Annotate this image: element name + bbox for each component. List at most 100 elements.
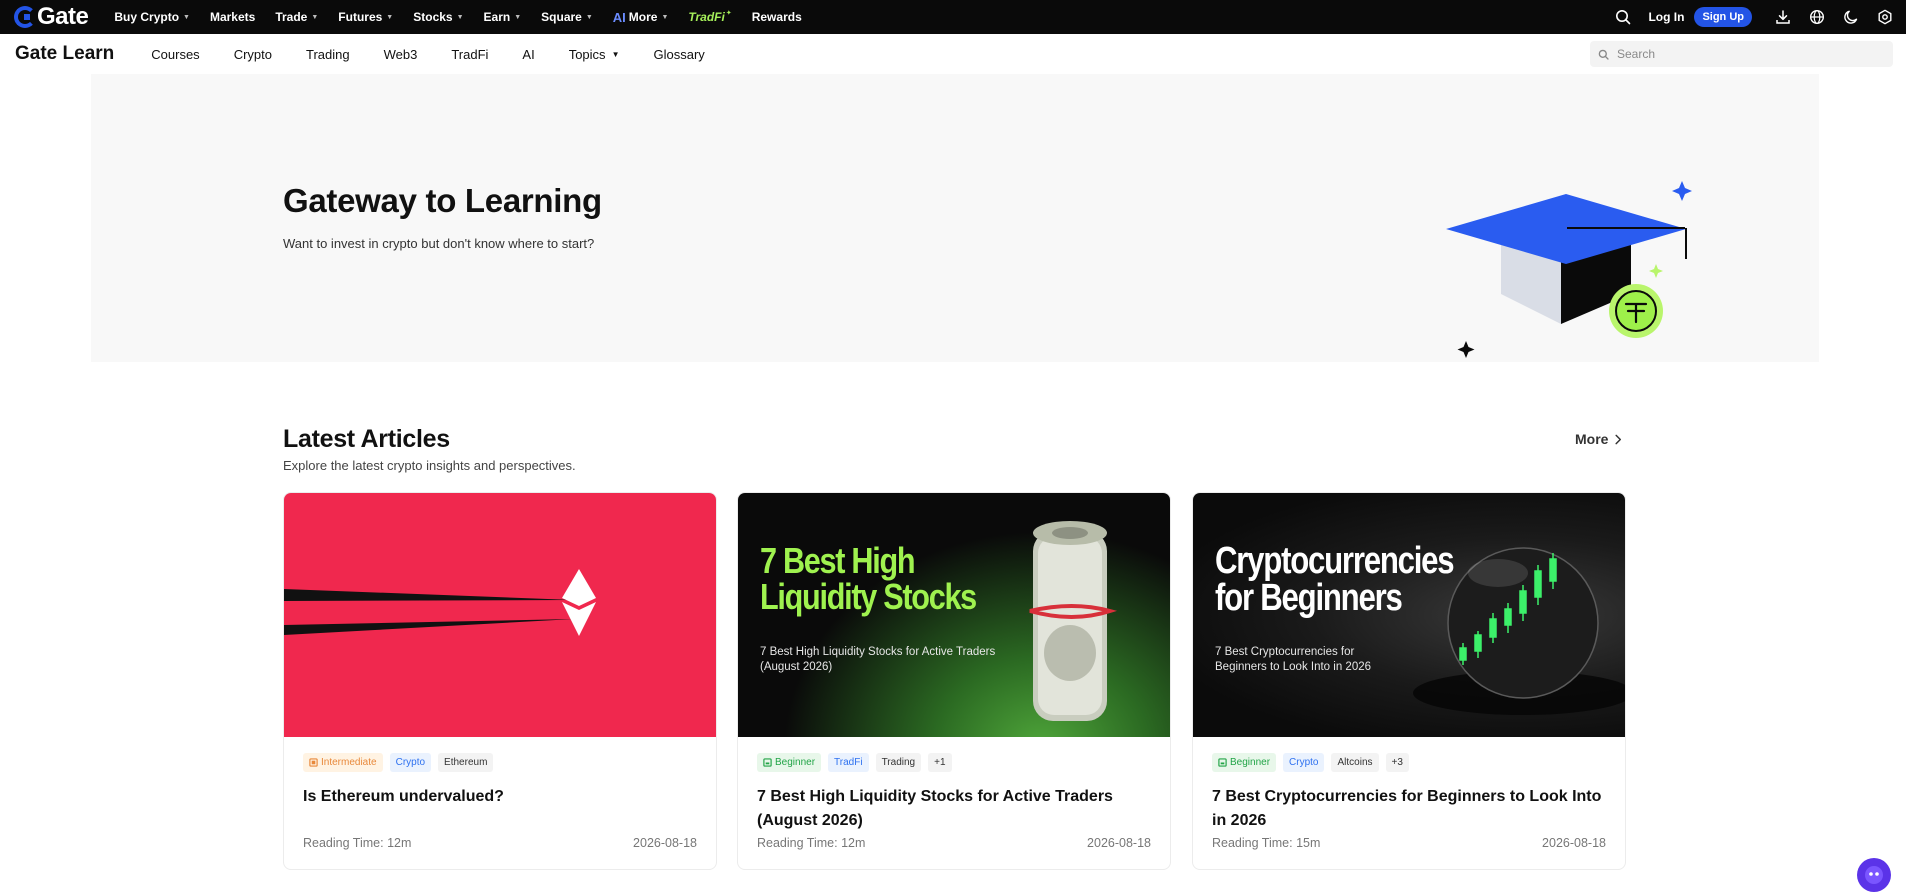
hero-banner: Gateway to Learning Want to invest in cr… <box>91 74 1819 362</box>
article-title[interactable]: Is Ethereum undervalued? <box>303 785 698 809</box>
chevron-down-icon: ▼ <box>183 13 190 21</box>
ethereum-tweezers-illustration <box>284 569 596 636</box>
login-link[interactable]: Log In <box>1648 10 1684 24</box>
tag-topic[interactable]: Altcoins <box>1331 753 1379 772</box>
sparkle-icon: ✦ <box>725 10 732 17</box>
article-date: 2026-08-18 <box>1087 836 1151 850</box>
nav-markets[interactable]: Markets <box>210 10 255 24</box>
article-card[interactable]: 7 Best High Liquidity Stocks 7 Best High… <box>737 492 1171 870</box>
tag-topic[interactable]: Trading <box>875 753 922 772</box>
nav-label: Markets <box>209 10 256 24</box>
article-date: 2026-08-18 <box>1542 836 1606 850</box>
tag-level[interactable]: Beginner <box>757 753 822 772</box>
subnav-ai[interactable]: AI <box>522 47 534 62</box>
gate-logo-icon <box>14 6 36 28</box>
subnav-tradfi[interactable]: TradFi <box>451 47 488 62</box>
sparkle-blue-icon <box>1672 181 1692 201</box>
top-right-actions: Log In Sign Up <box>1606 0 1906 34</box>
top-nav-menu: Buy Crypto ▼ Markets Trade ▼ Futures ▼ Stoc… <box>104 0 811 34</box>
latest-articles-title: Latest Articles <box>283 425 450 453</box>
latest-articles-subtitle: Explore the latest crypto insights and p… <box>283 458 576 473</box>
ethereum-icon <box>562 569 596 606</box>
graduation-cap-illustration <box>1446 181 1692 358</box>
chevron-down-icon: ▼ <box>585 13 593 21</box>
gate-learn-brand[interactable]: Gate Learn <box>15 43 114 65</box>
crystal-ball-chart-illustration <box>1413 547 1625 715</box>
level-icon <box>309 758 318 767</box>
nav-buy-crypto[interactable]: Buy Crypto ▼ <box>114 10 190 24</box>
subnav-glossary[interactable]: Glossary <box>653 47 704 62</box>
tag-topic[interactable]: Ethereum <box>438 753 494 772</box>
subnav-trading[interactable]: Trading <box>306 47 350 62</box>
tag-more-count[interactable]: +3 <box>1385 753 1409 772</box>
support-chat-button[interactable] <box>1857 858 1891 892</box>
nav-square[interactable]: Square ▼ <box>541 10 593 24</box>
sparkle-black-icon <box>1457 341 1475 358</box>
nav-more[interactable]: AI More ▼ <box>613 10 669 25</box>
article-date: 2026-08-18 <box>633 836 697 850</box>
download-icon[interactable] <box>1774 8 1792 26</box>
gate-logo[interactable]: Gate <box>14 3 89 31</box>
subnav-web3[interactable]: Web3 <box>384 47 418 62</box>
nav-earn[interactable]: Earn ▼ <box>484 10 522 24</box>
chevron-right-icon <box>1614 434 1622 445</box>
nav-label: Buy Crypto <box>114 10 180 24</box>
search-input[interactable] <box>1615 46 1879 62</box>
article-card[interactable]: Cryptocurrencies for Beginners 7 Best Cr… <box>1192 492 1626 870</box>
article-title[interactable]: 7 Best High Liquidity Stocks for Active … <box>757 785 1152 833</box>
nav-label: More <box>628 10 658 24</box>
chevron-down-icon: ▼ <box>311 13 319 21</box>
tag-level[interactable]: Intermediate <box>303 753 383 772</box>
article-thumbnail <box>284 493 716 737</box>
nav-tradfi[interactable]: TradFi ✦ <box>688 10 731 24</box>
chevron-down-icon: ▼ <box>456 13 464 21</box>
gate-logo-text: Gate <box>37 3 89 30</box>
reading-time: Reading Time: 12m <box>303 836 412 850</box>
nav-label: Futures <box>338 10 383 24</box>
hero-subtitle: Want to invest in crypto but don't know … <box>283 236 595 251</box>
search-icon[interactable] <box>1614 8 1632 26</box>
ai-icon: AI <box>612 9 626 25</box>
settings-icon[interactable] <box>1876 8 1894 26</box>
tag-category[interactable]: Crypto <box>1283 753 1325 772</box>
sparkle-green-icon <box>1649 264 1663 278</box>
learn-subnav: Gate Learn Courses Crypto Trading Web3 T… <box>0 34 1906 74</box>
globe-icon[interactable] <box>1808 8 1826 26</box>
nav-futures[interactable]: Futures ▼ <box>338 10 393 24</box>
reading-time: Reading Time: 12m <box>757 836 866 850</box>
nav-stocks[interactable]: Stocks ▼ <box>413 10 463 24</box>
subnav-topics-label: Topics <box>568 46 606 62</box>
subnav-crypto[interactable]: Crypto <box>234 47 272 62</box>
search-box[interactable] <box>1590 41 1893 67</box>
article-title[interactable]: 7 Best Cryptocurrencies for Beginners to… <box>1212 785 1607 833</box>
nav-label: Square <box>541 10 582 24</box>
money-roll-illustration <box>1029 521 1118 721</box>
article-tags: Beginner TradFi Trading +1 <box>757 753 959 772</box>
nav-trade[interactable]: Trade ▼ <box>275 10 318 24</box>
more-link[interactable]: More <box>1575 431 1622 447</box>
tag-category[interactable]: TradFi <box>828 753 869 772</box>
tag-level[interactable]: Beginner <box>1212 753 1277 772</box>
subnav-topics[interactable]: Topics ▼ <box>569 47 620 62</box>
article-card[interactable]: Intermediate Crypto Ethereum Is Ethereum… <box>283 492 717 870</box>
chat-bot-icon <box>1865 866 1883 884</box>
chevron-down-icon: ▼ <box>661 13 669 21</box>
tag-label: Beginner <box>1230 757 1271 768</box>
article-thumbnail: Cryptocurrencies for Beginners 7 Best Cr… <box>1193 493 1625 737</box>
subnav-courses[interactable]: Courses <box>151 47 199 62</box>
caret-down-icon: ▼ <box>611 49 620 59</box>
moon-icon[interactable] <box>1842 8 1860 26</box>
level-icon <box>763 758 772 767</box>
ethereum-icon-lower <box>562 602 596 636</box>
tag-more-count[interactable]: +1 <box>928 753 952 772</box>
tag-category[interactable]: Crypto <box>389 753 432 772</box>
nav-rewards[interactable]: Rewards <box>752 10 802 24</box>
article-tags: Intermediate Crypto Ethereum <box>303 753 500 772</box>
hero-title: Gateway to Learning <box>283 182 602 219</box>
signup-button[interactable]: Sign Up <box>1694 7 1752 27</box>
tag-label: Intermediate <box>321 757 377 768</box>
nav-label: Trade <box>275 10 308 24</box>
top-navigation-bar: Gate Buy Crypto ▼ Markets Trade ▼ Futures ▼… <box>0 0 1906 34</box>
tag-label: Beginner <box>775 757 816 768</box>
search-icon <box>1598 49 1609 60</box>
